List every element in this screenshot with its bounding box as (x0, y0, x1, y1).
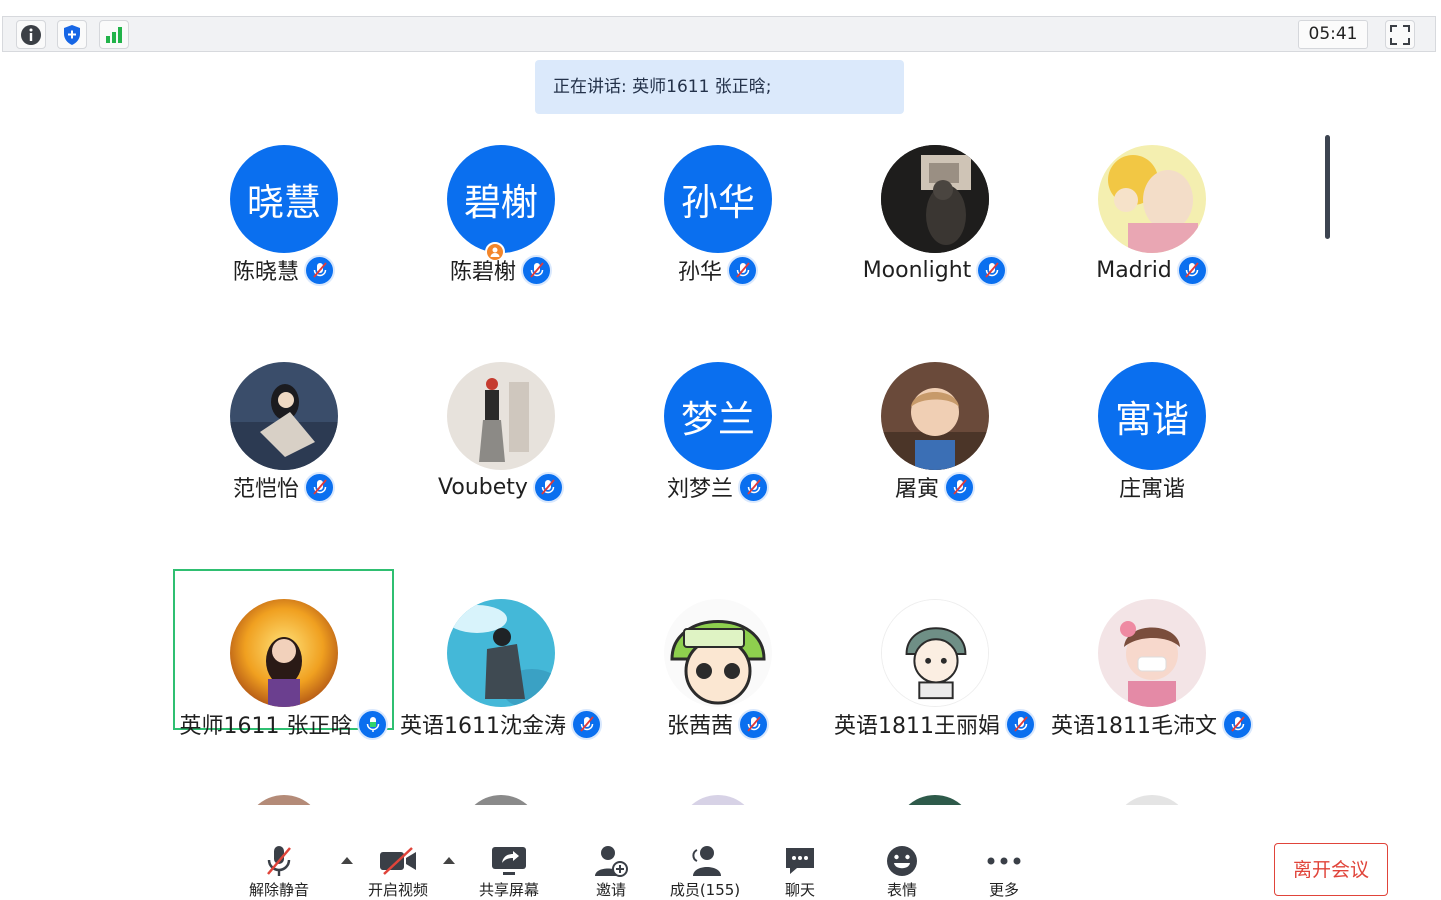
participant-tile[interactable]: Moonlight (825, 115, 1045, 286)
participant-tile[interactable]: 屠寅 (825, 332, 1045, 503)
mic-active-icon (357, 708, 389, 740)
participant-tile[interactable]: 英语1811毛沛文 (1042, 569, 1262, 740)
participant-tile[interactable]: 晓慧 陈晓慧 (174, 115, 394, 286)
avatar-photo (881, 145, 989, 253)
mic-muted-icon (944, 471, 975, 503)
participant-tile[interactable]: 范恺怡 (174, 332, 394, 503)
members-icon (660, 841, 750, 881)
mic-muted-icon (738, 471, 769, 503)
invite-icon (566, 841, 656, 881)
chat-icon (755, 841, 845, 881)
invite-label: 邀请 (595, 881, 626, 899)
chat-label: 聊天 (784, 881, 815, 899)
participant-name: Madrid (1096, 257, 1172, 283)
share-screen-icon (464, 841, 554, 881)
mic-muted-icon (1222, 708, 1253, 740)
avatar-photo (230, 362, 338, 470)
members-button[interactable]: 成员(155) (660, 841, 750, 899)
mic-muted-icon (1176, 254, 1208, 286)
shield-icon[interactable] (57, 20, 87, 49)
avatar: 梦兰 (664, 362, 772, 470)
more-button[interactable]: 更多 (959, 841, 1049, 899)
fullscreen-icon[interactable] (1385, 20, 1415, 49)
avatar-photo (881, 362, 989, 470)
participant-name: 英语1611沈金涛 (400, 714, 566, 739)
participant-tile[interactable]: 寓谐 庄寓谐 (1042, 332, 1262, 502)
participant-name: 范恺怡 (232, 477, 299, 502)
avatar: 孙华 (664, 145, 772, 253)
participant-tile[interactable]: 梦兰 刘梦兰 (608, 332, 828, 503)
participant-tile[interactable]: 英师1611 张正晗 (174, 569, 394, 740)
start-video-label: 开启视频 (367, 881, 428, 899)
participant-name: 陈晓慧 (232, 260, 299, 285)
participant-name: 英师1611 张正晗 (179, 714, 353, 739)
mic-off-icon (234, 841, 324, 881)
meeting-top-bar: 05:41 (2, 16, 1436, 52)
start-video-button[interactable]: 开启视频 (353, 841, 443, 899)
participant-tile[interactable]: Madrid (1042, 115, 1262, 286)
participant-tile[interactable]: 碧榭 陈碧榭 (391, 115, 611, 286)
participant-name: 庄寓谐 (1118, 477, 1185, 502)
avatar-photo (1098, 145, 1206, 253)
invite-button[interactable]: 邀请 (566, 841, 656, 899)
mic-muted-icon (976, 254, 1008, 286)
emoji-label: 表情 (886, 881, 917, 899)
more-label: 更多 (988, 881, 1019, 899)
participant-name: 屠寅 (894, 477, 939, 502)
avatar: 碧榭 (447, 145, 555, 253)
emoji-icon (857, 841, 947, 881)
participant-name: Voubety (438, 474, 528, 500)
avatar-photo (447, 599, 555, 707)
mic-muted-icon (571, 708, 602, 740)
participant-name: Moonlight (862, 257, 972, 283)
mic-muted-icon (1005, 708, 1036, 740)
unmute-label: 解除静音 (248, 881, 309, 899)
share-screen-label: 共享屏幕 (478, 881, 539, 899)
avatar: 寓谐 (1098, 362, 1206, 470)
meeting-toolbar: 解除静音 开启视频 共享屏幕 邀请 成员(155) 聊天 表情 更多 (0, 805, 1441, 899)
unmute-button[interactable]: 解除静音 (234, 841, 324, 899)
mic-muted-icon (521, 254, 552, 286)
signal-icon[interactable] (99, 20, 129, 49)
avatar-photo (881, 599, 989, 707)
participant-name: 张茜茜 (666, 714, 733, 739)
meeting-timer: 05:41 (1298, 20, 1368, 49)
members-label: 成员(155) (669, 881, 741, 899)
video-off-icon (353, 841, 443, 881)
info-icon[interactable] (16, 20, 46, 49)
video-options-caret[interactable] (443, 857, 455, 864)
share-screen-button[interactable]: 共享屏幕 (464, 841, 554, 899)
mic-muted-icon (738, 708, 769, 740)
avatar-photo (664, 599, 772, 707)
participant-name: 英语1811毛沛文 (1051, 714, 1217, 739)
speaking-indicator: 正在讲话: 英师1611 张正晗; (535, 60, 904, 114)
mic-muted-icon (304, 471, 335, 503)
participant-tile[interactable]: Voubety (391, 332, 611, 503)
participant-gallery: 晓慧 陈晓慧 碧榭 陈碧榭 孙华 孙华 Moonlight Madrid 范恺怡… (0, 115, 1438, 805)
avatar-photo (1098, 599, 1206, 707)
participant-name: 刘梦兰 (666, 477, 733, 502)
avatar-photo (447, 362, 555, 470)
participant-name: 孙华 (677, 260, 722, 285)
participant-name: 英语1811王丽娟 (834, 714, 1000, 739)
mic-muted-icon (532, 471, 564, 503)
more-icon (959, 841, 1049, 881)
participant-tile[interactable]: 英语1611沈金涛 (391, 569, 611, 740)
participant-name: 陈碧榭 (449, 260, 516, 285)
avatar-photo (230, 599, 338, 707)
participant-tile[interactable]: 张茜茜 (608, 569, 828, 740)
avatar: 晓慧 (230, 145, 338, 253)
chat-button[interactable]: 聊天 (755, 841, 845, 899)
leave-meeting-button[interactable]: 离开会议 (1274, 843, 1388, 896)
participant-tile[interactable]: 英语1811王丽娟 (825, 569, 1045, 740)
participant-tile[interactable]: 孙华 孙华 (608, 115, 828, 286)
audio-options-caret[interactable] (341, 857, 353, 864)
emoji-button[interactable]: 表情 (857, 841, 947, 899)
mic-muted-icon (304, 254, 335, 286)
mic-muted-icon (727, 254, 758, 286)
